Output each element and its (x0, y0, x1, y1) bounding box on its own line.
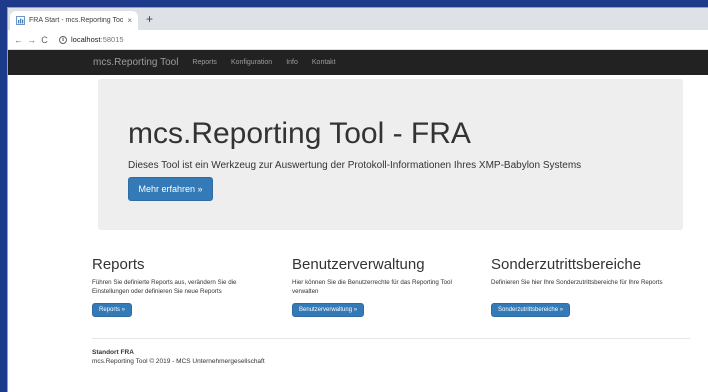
column-text: Führen Sie definierte Reports aus, verän… (92, 279, 237, 295)
benutzerverwaltung-button[interactable]: Benutzerverwaltung » (292, 303, 365, 317)
nav-link-info[interactable]: Info (286, 59, 298, 66)
footer-copyright: mcs.Reporting Tool © 2019 - MCS Unterneh… (92, 358, 265, 365)
lead-text: Dieses Tool ist ein Werkzeug zur Auswert… (128, 160, 582, 171)
nav-link-reports[interactable]: Reports (192, 59, 217, 66)
column-title: Reports (92, 256, 145, 273)
address-bar[interactable]: i localhost:58015 (59, 35, 124, 44)
sonderzutrittsbereiche-button[interactable]: Sonderzutrittsbereiche » (491, 303, 571, 317)
learn-more-button[interactable]: Mehr erfahren » (128, 177, 213, 201)
new-tab-button[interactable]: + (146, 11, 153, 27)
nav-link-konfiguration[interactable]: Konfiguration (231, 59, 272, 66)
site-navbar: mcs.Reporting Tool Reports Konfiguration… (8, 50, 708, 75)
jumbotron: mcs.Reporting Tool - FRA Dieses Tool ist… (98, 79, 683, 230)
reload-icon[interactable]: C (38, 35, 51, 45)
back-arrow-icon[interactable]: ← (12, 35, 25, 45)
browser-window: FRA Start - mcs.Reporting Tool × + ← → C… (7, 7, 708, 392)
page-title: mcs.Reporting Tool - FRA (128, 117, 471, 150)
info-icon[interactable]: i (59, 35, 67, 44)
reports-button[interactable]: Reports » (92, 303, 133, 317)
column-title: Benutzerverwaltung (292, 256, 425, 273)
tab-strip: FRA Start - mcs.Reporting Tool × + (8, 8, 708, 30)
column-text: Definieren Sie hier Ihre Sonderzutrittsb… (491, 279, 663, 286)
column-text: Hier können Sie die Benutzerrechte für d… (292, 279, 452, 295)
page-icon (16, 16, 25, 25)
column-benutzerverwaltung: Benutzerverwaltung Hier können Sie die B… (292, 256, 472, 317)
footer-location: Standort FRA (92, 349, 134, 356)
navbar-brand[interactable]: mcs.Reporting Tool (93, 57, 178, 68)
column-sonderzutrittsbereiche: Sonderzutrittsbereiche Definieren Sie hi… (491, 256, 681, 317)
column-title: Sonderzutrittsbereiche (491, 256, 642, 273)
url-host: localhost (71, 35, 101, 44)
browser-tab[interactable]: FRA Start - mcs.Reporting Tool × (10, 11, 138, 30)
column-reports: Reports Führen Sie definierte Reports au… (92, 256, 272, 317)
close-icon[interactable]: × (127, 16, 132, 25)
nav-link-kontakt[interactable]: Kontakt (312, 59, 336, 66)
forward-arrow-icon[interactable]: → (25, 35, 38, 45)
footer-divider (92, 338, 690, 339)
footer: Standort FRA mcs.Reporting Tool © 2019 -… (92, 348, 265, 366)
browser-toolbar: ← → C i localhost:58015 (8, 30, 708, 50)
url-port: :58015 (100, 35, 124, 44)
tab-title: FRA Start - mcs.Reporting Tool (29, 17, 124, 24)
